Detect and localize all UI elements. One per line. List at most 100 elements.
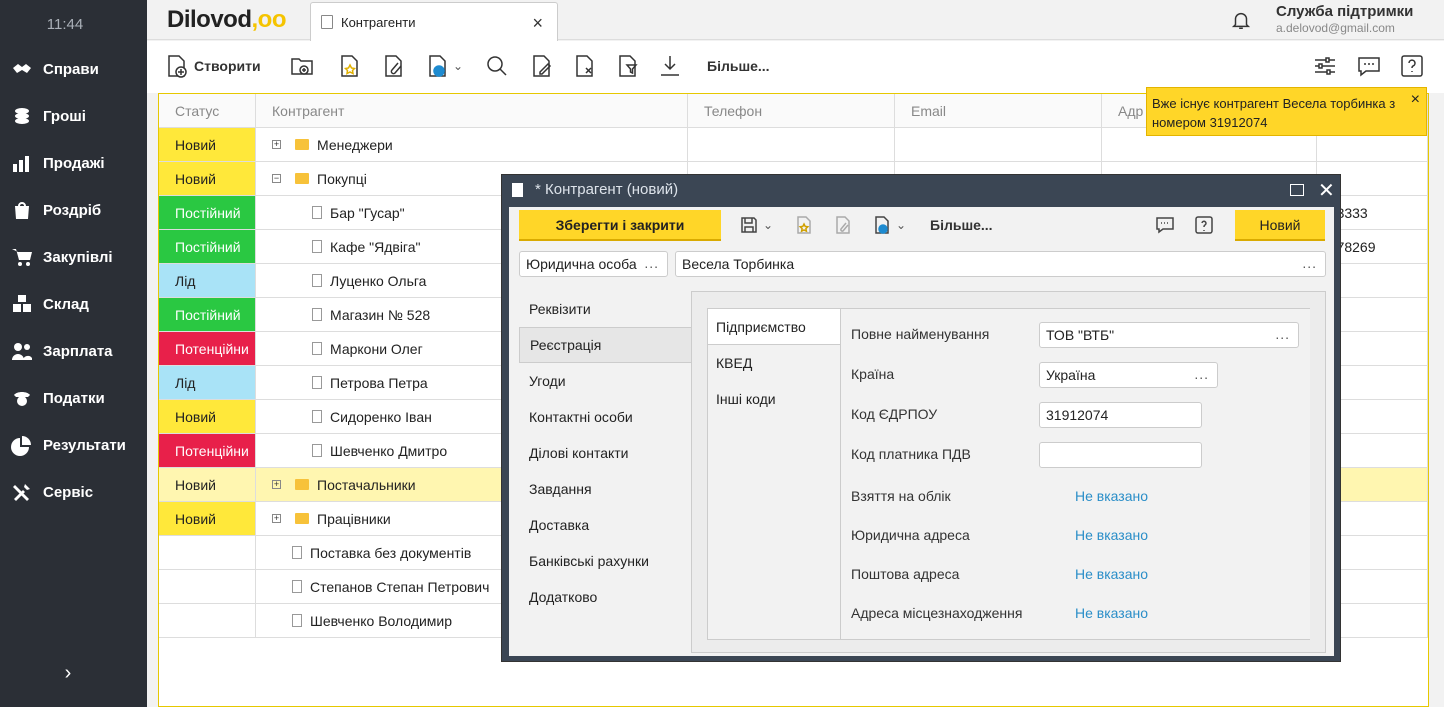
dialog-nav-item[interactable]: Контактні особи	[519, 399, 692, 435]
dialog-nav-item[interactable]: Доставка	[519, 507, 692, 543]
logo-text: Dilovod	[167, 6, 252, 33]
settings-button[interactable]	[1312, 51, 1338, 81]
contractor-name: Магазин № 528	[330, 306, 431, 323]
location-address-link[interactable]: Не вказано	[1075, 605, 1148, 621]
select-dots-icon[interactable]: ...	[1302, 255, 1317, 271]
chevron-down-icon[interactable]: ⌄	[453, 59, 463, 73]
country-label: Країна	[851, 366, 895, 382]
download-button[interactable]	[657, 51, 683, 81]
registration-subnav: Підприємство КВЕД Інші коди	[708, 309, 841, 417]
expand-icon[interactable]: +	[272, 480, 281, 489]
sidebar-item-4[interactable]: Роздріб	[8, 195, 143, 225]
file-icon	[312, 308, 322, 321]
maximize-icon[interactable]	[1290, 184, 1304, 196]
bell-icon[interactable]	[1230, 8, 1252, 32]
info-button[interactable]: ⌄	[872, 213, 906, 237]
vat-field[interactable]	[1039, 442, 1202, 468]
shopping-bag-icon	[8, 198, 36, 222]
select-dots-icon[interactable]: ...	[1194, 366, 1209, 382]
favorite-button[interactable]	[794, 213, 814, 237]
more-button[interactable]: Більше...	[703, 51, 770, 81]
help-button[interactable]	[1194, 213, 1214, 237]
subnav-item[interactable]: Інші коди	[708, 381, 841, 417]
edrpou-field[interactable]: 31912074	[1039, 402, 1202, 428]
comment-icon	[1156, 217, 1174, 234]
select-dots-icon[interactable]: ...	[1275, 326, 1290, 342]
status-cell: Новий	[159, 468, 256, 501]
sidebar-item-8[interactable]: Податки	[8, 383, 143, 413]
sidebar-item-2[interactable]: Гроші	[8, 101, 143, 131]
sidebar-item-6[interactable]: Склад	[8, 289, 143, 319]
dialog-nav-item[interactable]: Реєстрація	[519, 327, 692, 363]
status-cell	[159, 570, 256, 603]
expand-icon[interactable]: +	[272, 514, 281, 523]
status-cell	[159, 536, 256, 569]
registration-link[interactable]: Не вказано	[1075, 488, 1148, 504]
collapse-icon[interactable]: −	[272, 174, 281, 183]
pie-chart-icon	[8, 433, 36, 457]
location-address-label: Адреса місцезнаходження	[851, 605, 1023, 621]
close-toast-icon[interactable]: ×	[1411, 90, 1420, 109]
sidebar-item-7[interactable]: Зарплата	[8, 336, 143, 366]
file-icon	[312, 376, 322, 389]
expand-sidebar-button[interactable]: ›	[58, 662, 78, 685]
full-name-field[interactable]: ТОВ "ВТБ" ...	[1039, 322, 1299, 348]
search-icon	[487, 56, 507, 76]
contractor-name: Сидоренко Іван	[330, 408, 432, 425]
entity-type-select[interactable]: Юридична особа ...	[519, 251, 668, 277]
save-and-close-button[interactable]: Зберегти і закрити	[519, 210, 721, 241]
help-icon	[1195, 216, 1213, 234]
edit-document-icon	[533, 55, 552, 77]
sidebar-item-5[interactable]: Закупівлі	[8, 242, 143, 272]
filter-button[interactable]	[615, 51, 641, 81]
floppy-icon	[741, 217, 757, 233]
postal-address-link[interactable]: Не вказано	[1075, 566, 1148, 582]
close-tab-icon[interactable]: ×	[532, 13, 543, 34]
chevron-down-icon[interactable]: ⌄	[896, 218, 906, 232]
more-button[interactable]: Більше...	[930, 217, 993, 233]
entity-name-field[interactable]: Весела Торбинка ...	[675, 251, 1326, 277]
create-button[interactable]: Створити	[164, 51, 261, 81]
sidebar-item-9[interactable]: Результати	[8, 430, 143, 460]
tools-icon	[8, 480, 36, 504]
save-button[interactable]: ⌄	[739, 213, 773, 237]
subnav-item[interactable]: КВЕД	[708, 345, 841, 381]
clock: 11:44	[46, 16, 84, 33]
info-button[interactable]: ⌄	[425, 51, 463, 81]
sidebar-item-10[interactable]: Сервіс	[8, 477, 143, 507]
favorite-button[interactable]	[337, 51, 363, 81]
dialog-nav-item[interactable]: Реквізити	[519, 291, 692, 327]
sidebar-item-3[interactable]: Продажі	[8, 148, 143, 178]
search-button[interactable]	[484, 51, 510, 81]
edit-button[interactable]	[529, 51, 555, 81]
dialog-nav-item[interactable]: Ділові контакти	[519, 435, 692, 471]
column-header[interactable]: Контрагент	[256, 94, 688, 127]
attach-button[interactable]	[381, 51, 407, 81]
duplicate-warning-toast: Вже існує контрагент Весела торбинка з н…	[1146, 87, 1427, 136]
contractor-name: Маркони Олег	[330, 340, 423, 357]
expand-icon[interactable]: +	[272, 140, 281, 149]
chevron-down-icon[interactable]: ⌄	[763, 218, 773, 232]
dialog-nav-item[interactable]: Угоди	[519, 363, 692, 399]
dialog-nav-item[interactable]: Додатково	[519, 579, 692, 615]
country-select[interactable]: Україна ...	[1039, 362, 1218, 388]
column-header[interactable]: Статус	[159, 94, 256, 127]
close-dialog-icon[interactable]: ✕	[1318, 178, 1335, 203]
legal-address-link[interactable]: Не вказано	[1075, 527, 1148, 543]
attach-button[interactable]	[833, 213, 853, 237]
support-block[interactable]: Служба підтримки a.delovod@gmail.com	[1276, 3, 1413, 35]
delete-button[interactable]	[572, 51, 598, 81]
comments-button[interactable]	[1356, 51, 1382, 81]
status-button[interactable]: Новий	[1235, 210, 1325, 241]
help-button[interactable]	[1399, 51, 1425, 81]
dialog-nav-item[interactable]: Завдання	[519, 471, 692, 507]
select-dots-icon[interactable]: ...	[644, 255, 659, 271]
column-header[interactable]: Email	[895, 94, 1102, 127]
column-header[interactable]: Телефон	[688, 94, 895, 127]
sidebar-item-1[interactable]: Справи	[8, 54, 143, 84]
comments-button[interactable]	[1155, 213, 1175, 237]
new-folder-button[interactable]	[289, 51, 315, 81]
subnav-item[interactable]: Підприємство	[708, 309, 841, 345]
dialog-nav-item[interactable]: Банківські рахунки	[519, 543, 692, 579]
tab-contractors[interactable]: Контрагенти ×	[310, 2, 558, 41]
